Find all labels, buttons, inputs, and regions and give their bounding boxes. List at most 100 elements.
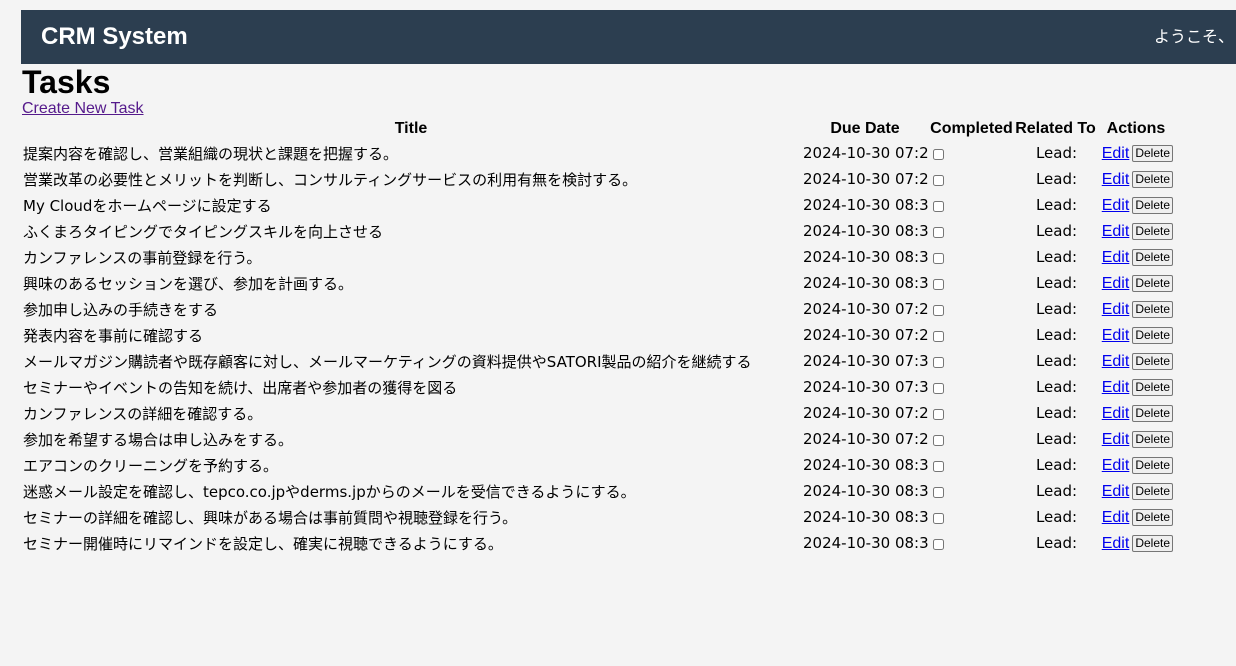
- completed-checkbox[interactable]: [933, 227, 944, 238]
- edit-link[interactable]: Edit: [1102, 171, 1130, 188]
- task-related-to: Lead:: [1035, 274, 1078, 292]
- task-related-to: Lead:: [1035, 196, 1078, 214]
- completed-checkbox[interactable]: [933, 175, 944, 186]
- edit-link[interactable]: Edit: [1102, 275, 1130, 292]
- task-title: セミナーの詳細を確認し、興味がある場合は事前質問や視聴登録を行う。: [23, 508, 518, 527]
- task-title: セミナーやイベントの告知を続け、出席者や参加者の獲得を図る: [23, 378, 458, 397]
- task-related-to: Lead:: [1035, 456, 1078, 474]
- edit-link[interactable]: Edit: [1102, 301, 1130, 318]
- edit-link[interactable]: Edit: [1102, 535, 1130, 552]
- top-header: CRM System ようこそ、: [21, 10, 1236, 64]
- delete-button[interactable]: Delete: [1132, 248, 1173, 266]
- completed-checkbox[interactable]: [933, 253, 944, 264]
- task-due-date: 2024-10-30 08:37: [803, 248, 929, 266]
- completed-checkbox[interactable]: [933, 513, 944, 524]
- task-related-to: Lead:: [1035, 222, 1078, 240]
- completed-checkbox[interactable]: [933, 331, 944, 342]
- delete-button[interactable]: Delete: [1132, 170, 1173, 188]
- delete-button[interactable]: Delete: [1132, 430, 1173, 448]
- completed-checkbox[interactable]: [933, 357, 944, 368]
- table-row: エアコンのクリーニングを予約する。 2024-10-30 08:35 Lead: Ed…: [21, 452, 1175, 478]
- edit-link[interactable]: Edit: [1102, 353, 1130, 370]
- task-title: 発表内容を事前に確認する: [23, 326, 204, 345]
- table-row: メールマガジン購読者や既存顧客に対し、メールマーケティングの資料提供やSATOR…: [21, 348, 1175, 374]
- table-row: カンファレンスの事前登録を行う。 2024-10-30 08:37 Lead: Edi…: [21, 244, 1175, 270]
- completed-checkbox[interactable]: [933, 435, 944, 446]
- task-completed-cell: [929, 426, 1014, 452]
- task-actions: Edit Delete: [1097, 426, 1175, 452]
- task-completed-cell: [929, 348, 1014, 374]
- edit-link[interactable]: Edit: [1102, 405, 1130, 422]
- completed-checkbox[interactable]: [933, 539, 944, 550]
- edit-link[interactable]: Edit: [1102, 145, 1130, 162]
- task-actions: Edit Delete: [1097, 270, 1175, 296]
- task-related-to: Lead:: [1035, 508, 1078, 526]
- task-related-to: Lead:: [1035, 144, 1078, 162]
- completed-checkbox[interactable]: [933, 461, 944, 472]
- edit-link[interactable]: Edit: [1102, 483, 1130, 500]
- delete-button[interactable]: Delete: [1132, 378, 1173, 396]
- task-due-date: 2024-10-30 07:30: [803, 352, 929, 370]
- task-actions: Edit Delete: [1097, 478, 1175, 504]
- table-row: 参加を希望する場合は申し込みをする。 2024-10-30 07:29 Lead: E…: [21, 426, 1175, 452]
- task-actions: Edit Delete: [1097, 374, 1175, 400]
- task-due-date: 2024-10-30 08:35: [803, 482, 929, 500]
- task-actions: Edit Delete: [1097, 348, 1175, 374]
- edit-link[interactable]: Edit: [1102, 223, 1130, 240]
- edit-link[interactable]: Edit: [1102, 431, 1130, 448]
- edit-link[interactable]: Edit: [1102, 457, 1130, 474]
- tasks-table: Title Due Date Completed Related To Acti…: [21, 118, 1175, 556]
- task-title: メールマガジン購読者や既存顧客に対し、メールマーケティングの資料提供やSATOR…: [23, 352, 752, 371]
- delete-button[interactable]: Delete: [1132, 326, 1173, 344]
- table-row: 営業改革の必要性とメリットを判断し、コンサルティングサービスの利用有無を検討する…: [21, 166, 1175, 192]
- table-row: 興味のあるセッションを選び、参加を計画する。 2024-10-30 08:37 Le…: [21, 270, 1175, 296]
- completed-checkbox[interactable]: [933, 383, 944, 394]
- table-row: セミナー開催時にリマインドを設定し、確実に視聴できるようにする。 2024-10-…: [21, 530, 1175, 556]
- table-row: My Cloudをホームページに設定する 2024-10-30 08:35 Lead…: [21, 192, 1175, 218]
- task-completed-cell: [929, 478, 1014, 504]
- task-rows: 提案内容を確認し、営業組織の現状と課題を把握する。 2024-10-30 07:2…: [21, 140, 1175, 556]
- delete-button[interactable]: Delete: [1132, 508, 1173, 526]
- delete-button[interactable]: Delete: [1132, 456, 1173, 474]
- delete-button[interactable]: Delete: [1132, 482, 1173, 500]
- delete-button[interactable]: Delete: [1132, 144, 1173, 162]
- task-due-date: 2024-10-30 08:34: [803, 534, 929, 552]
- completed-checkbox[interactable]: [933, 149, 944, 160]
- edit-link[interactable]: Edit: [1102, 509, 1130, 526]
- task-title: 興味のあるセッションを選び、参加を計画する。: [23, 274, 354, 293]
- table-row: 発表内容を事前に確認する 2024-10-30 07:29 Lead: Edit Del…: [21, 322, 1175, 348]
- task-related-to: Lead:: [1035, 482, 1078, 500]
- edit-link[interactable]: Edit: [1102, 249, 1130, 266]
- edit-link[interactable]: Edit: [1102, 197, 1130, 214]
- task-due-date: 2024-10-30 07:29: [803, 430, 929, 448]
- completed-checkbox[interactable]: [933, 201, 944, 212]
- task-actions: Edit Delete: [1097, 452, 1175, 478]
- task-actions: Edit Delete: [1097, 504, 1175, 530]
- task-actions: Edit Delete: [1097, 400, 1175, 426]
- column-header-related-to: Related To: [1015, 120, 1096, 137]
- create-new-task-link[interactable]: Create New Task: [22, 100, 144, 118]
- delete-button[interactable]: Delete: [1132, 300, 1173, 318]
- completed-checkbox[interactable]: [933, 409, 944, 420]
- task-actions: Edit Delete: [1097, 218, 1175, 244]
- delete-button[interactable]: Delete: [1132, 196, 1173, 214]
- task-title: 参加を希望する場合は申し込みをする。: [23, 430, 294, 449]
- edit-link[interactable]: Edit: [1102, 327, 1130, 344]
- task-actions: Edit Delete: [1097, 166, 1175, 192]
- completed-checkbox[interactable]: [933, 279, 944, 290]
- completed-checkbox[interactable]: [933, 487, 944, 498]
- completed-checkbox[interactable]: [933, 305, 944, 316]
- task-completed-cell: [929, 452, 1014, 478]
- task-due-date: 2024-10-30 07:29: [803, 326, 929, 344]
- task-due-date: 2024-10-30 08:35: [803, 222, 929, 240]
- delete-button[interactable]: Delete: [1132, 404, 1173, 422]
- table-row: 参加申し込みの手続きをする 2024-10-30 07:29 Lead: Edit De…: [21, 296, 1175, 322]
- delete-button[interactable]: Delete: [1132, 222, 1173, 240]
- edit-link[interactable]: Edit: [1102, 379, 1130, 396]
- delete-button[interactable]: Delete: [1132, 352, 1173, 370]
- delete-button[interactable]: Delete: [1132, 534, 1173, 552]
- task-actions: Edit Delete: [1097, 244, 1175, 270]
- delete-button[interactable]: Delete: [1132, 274, 1173, 292]
- task-completed-cell: [929, 400, 1014, 426]
- column-header-completed: Completed: [930, 120, 1013, 137]
